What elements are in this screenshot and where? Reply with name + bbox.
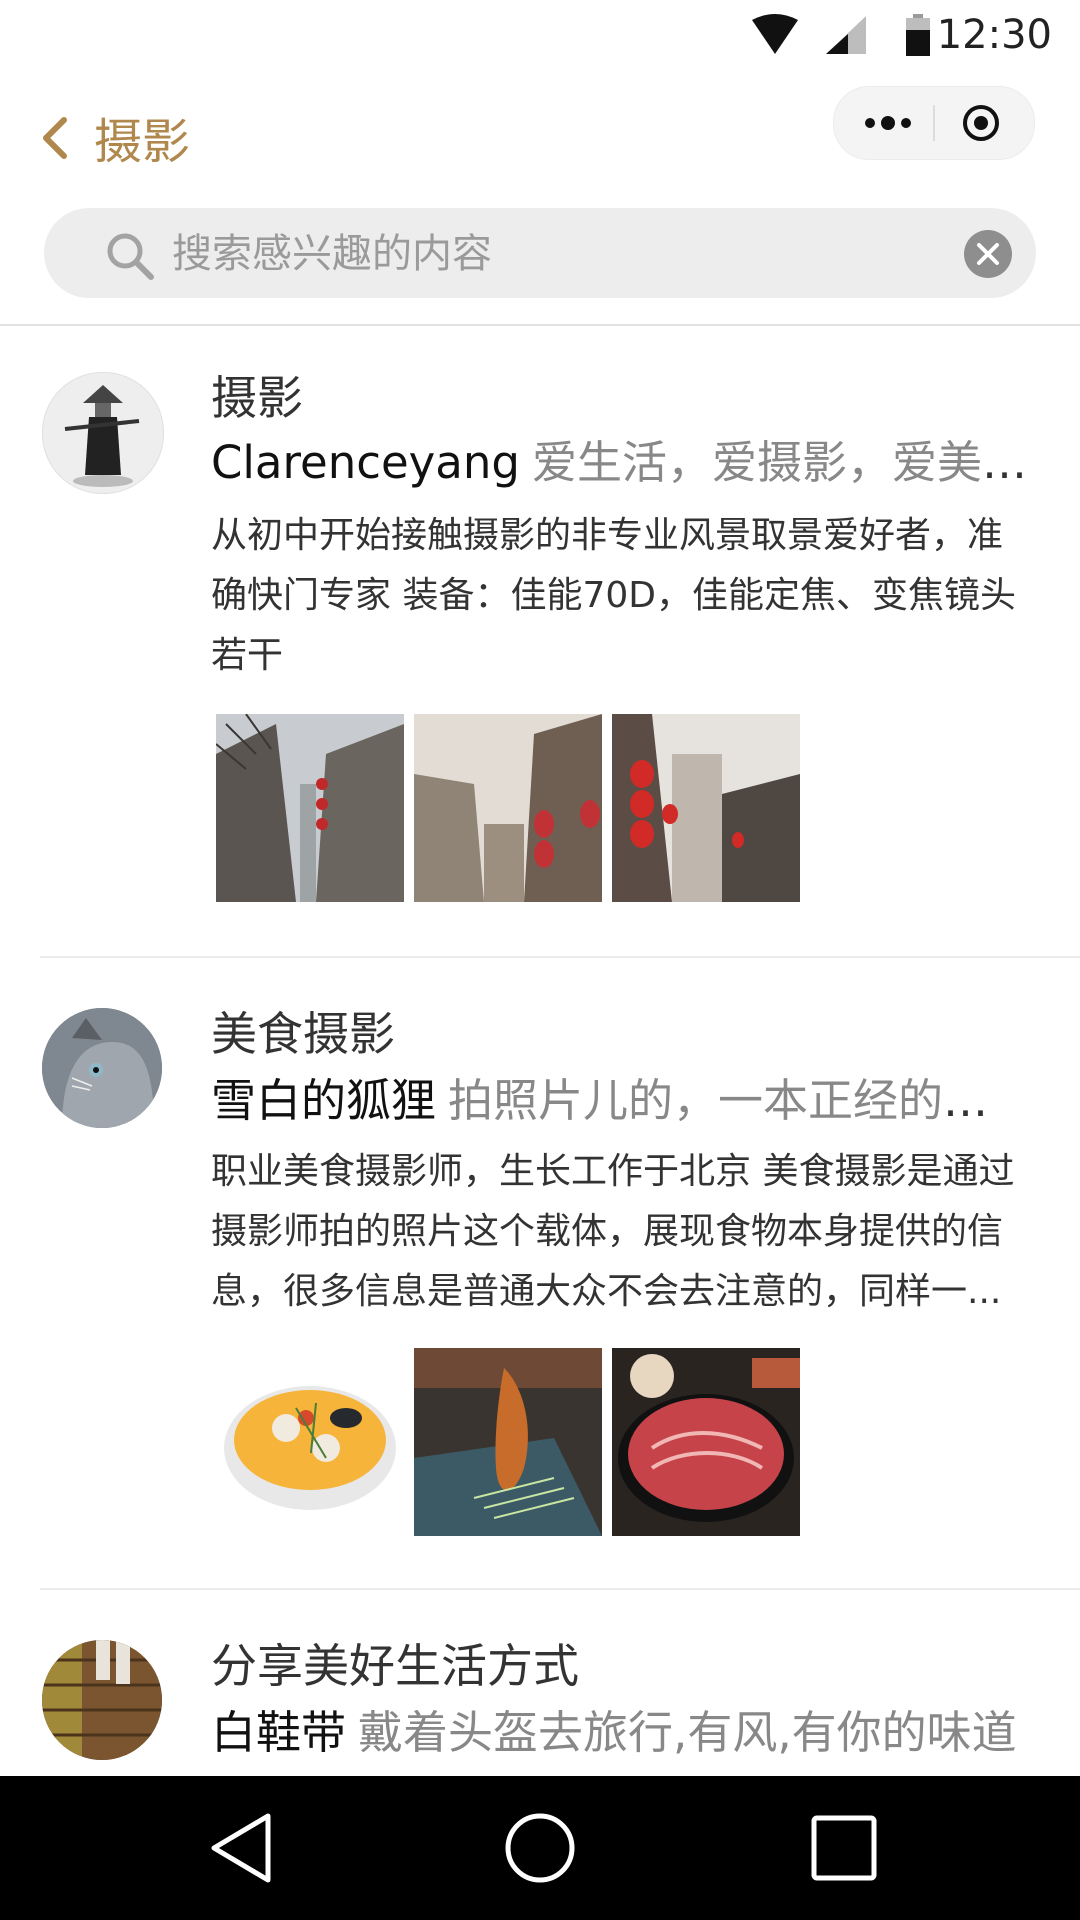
card-title: 分享美好生活方式 (211, 1639, 579, 1693)
home-circle-icon[interactable] (504, 1812, 576, 1884)
shoes-avatar-image (42, 1640, 162, 1760)
feed-card[interactable]: 美食摄影 雪白的狐狸 拍照片儿的，一本正经的卖萌 职业美食摄影师，生长工作于北京 … (0, 958, 1080, 1590)
avatar[interactable] (42, 1640, 162, 1760)
card-author-line: 白鞋带 戴着头盔去旅行,有风,有你的味道 (211, 1696, 1031, 1761)
system-navigation-bar (0, 1776, 1080, 1920)
recent-apps-square-icon[interactable] (810, 1814, 878, 1882)
status-bar: 12:30 (0, 0, 1080, 74)
card-description: 职业美食摄影师，生长工作于北京 美食摄影是通过摄影师拍的照片这个载体，展现食物本… (211, 1151, 1015, 1312)
card-author-line: 雪白的狐狸 拍照片儿的，一本正经的卖萌 (211, 1064, 1031, 1129)
feed-card[interactable]: 分享美好生活方式 白鞋带 戴着头盔去旅行,有风,有你的味道 (0, 1594, 1080, 1776)
clear-icon[interactable] (964, 230, 1012, 278)
thumbnail-image[interactable] (612, 714, 800, 902)
wifi-icon (752, 14, 798, 54)
page-title: 摄影 (94, 114, 191, 170)
title-bar: 摄影 (0, 74, 1080, 198)
thumbnail-image[interactable] (216, 1348, 404, 1536)
thumbnail-image[interactable] (216, 714, 404, 902)
author-name[interactable]: 白鞋带 (211, 1706, 346, 1759)
search-bar (44, 208, 1036, 298)
capsule-divider (933, 105, 935, 141)
status-time: 12:30 (936, 12, 1052, 58)
avatar[interactable] (42, 1008, 162, 1128)
card-title: 摄影 (211, 371, 303, 425)
thumbnail-image[interactable] (612, 1348, 800, 1536)
card-title: 美食摄影 (211, 1007, 395, 1061)
battery-icon (906, 14, 930, 56)
author-name[interactable]: Clarenceyang (211, 436, 520, 489)
avatar[interactable] (42, 372, 164, 494)
card-author-line: Clarenceyang 爱生活，爱摄影，爱美食... (211, 426, 1031, 491)
menu-capsule (833, 86, 1035, 160)
cellular-signal-icon (826, 16, 866, 54)
search-input[interactable] (170, 222, 974, 286)
author-motto: 戴着头盔去旅行,有风,有你的味道 (358, 1706, 1017, 1759)
back-triangle-icon[interactable] (208, 1812, 274, 1884)
thumbnail-image[interactable] (414, 714, 602, 902)
search-icon (107, 233, 154, 280)
author-name[interactable]: 雪白的狐狸 (211, 1074, 436, 1127)
more-options-icon[interactable] (862, 111, 914, 135)
card-divider (40, 1588, 1080, 1590)
feed-card[interactable]: 摄影 Clarenceyang 爱生活，爱摄影，爱美食... 从初中开始接触摄影的… (0, 326, 1080, 958)
close-miniprogram-icon[interactable] (961, 103, 1001, 143)
author-motto: 爱生活，爱摄影，爱美食... (531, 436, 1031, 489)
swordsman-avatar-image (64, 385, 140, 487)
back-chevron-icon[interactable] (38, 114, 74, 162)
cat-avatar-image (42, 1008, 162, 1128)
thumbnail-image[interactable] (414, 1348, 602, 1536)
author-motto: 拍照片儿的，一本正经的卖萌 (448, 1074, 1031, 1127)
card-description: 从初中开始接触摄影的非专业风景取景爱好者，准确快门专家 装备：佳能70D，佳能定… (211, 515, 1016, 676)
